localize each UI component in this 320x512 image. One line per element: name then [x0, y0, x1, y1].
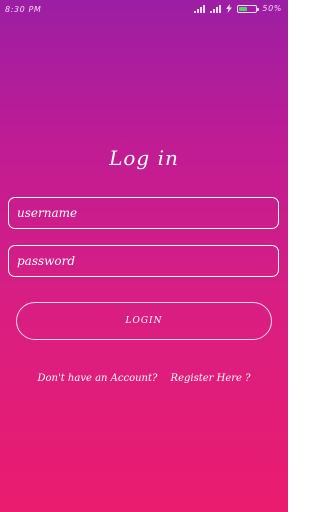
battery-fill	[239, 6, 248, 11]
status-icons: 50%	[194, 4, 282, 13]
signal-bars-icon	[210, 4, 222, 13]
username-input[interactable]	[8, 197, 279, 229]
status-bar: 8:30 PM 50%	[0, 0, 288, 20]
register-prompt: Don't have an Account?	[37, 373, 158, 384]
signal-bars-icon	[194, 4, 206, 13]
register-link[interactable]: Register Here ?	[171, 373, 251, 384]
status-time: 8:30 PM	[5, 5, 42, 14]
login-button[interactable]: LOGIN	[16, 302, 272, 340]
register-line: Don't have an Account? Register Here ?	[0, 373, 288, 384]
login-button-label: LOGIN	[125, 316, 163, 326]
page-title: Log in	[109, 146, 179, 170]
battery-percent: 50%	[262, 4, 282, 13]
password-input[interactable]	[8, 245, 279, 277]
battery-icon	[237, 4, 260, 13]
charging-bolt-icon	[226, 4, 233, 13]
login-screen: 8:30 PM 50% Log in username LOGIN Don't …	[0, 0, 288, 512]
